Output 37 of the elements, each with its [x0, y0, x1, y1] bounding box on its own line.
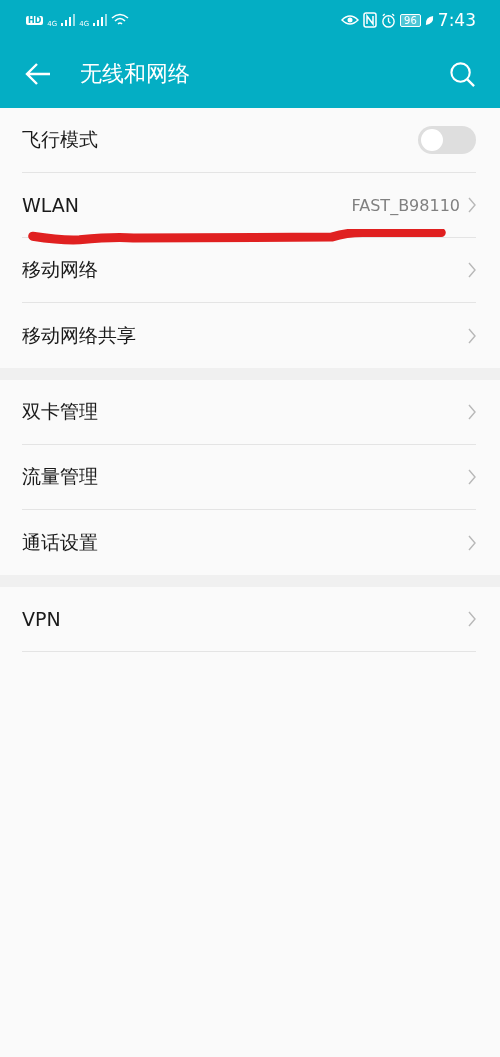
signal-icon [61, 14, 76, 26]
chevron-icon [468, 534, 476, 551]
row-label: 流量管理 [22, 464, 98, 489]
signal-icon [93, 14, 108, 26]
eye-icon [341, 14, 360, 26]
row-label: 飞行模式 [22, 127, 98, 152]
row-label: WLAN [22, 194, 80, 216]
chevron-icon [468, 611, 476, 627]
settings-row[interactable]: 流量管理 [22, 445, 476, 510]
nfc-icon [363, 12, 378, 28]
chevron-icon [468, 469, 476, 485]
row-label: 移动网络共享 [22, 322, 136, 348]
settings-row[interactable]: 飞行模式 [22, 108, 476, 173]
alarm-icon [381, 12, 397, 28]
settings-row[interactable]: 移动网络 [22, 238, 476, 303]
toggle-switch[interactable] [418, 126, 476, 154]
chevron-icon [468, 327, 476, 344]
chevron-icon [468, 262, 476, 278]
hd-badge: HD [26, 15, 44, 25]
leaf-icon [424, 14, 434, 26]
row-value: FAST_B98110 [351, 195, 460, 215]
settings-row[interactable]: 双卡管理 [22, 380, 476, 445]
page-title: 无线和网络 [80, 60, 191, 88]
settings-row[interactable]: WLAN FAST_B98110 [22, 173, 476, 238]
back-arrow-icon[interactable] [24, 62, 52, 86]
battery-level: 96 [400, 13, 421, 27]
row-label: 移动网络 [22, 257, 98, 282]
row-label: 双卡管理 [22, 399, 98, 424]
search-icon[interactable] [449, 60, 476, 88]
chevron-icon [468, 197, 476, 213]
wifi-icon [111, 13, 130, 27]
clock-time: 7:43 [437, 10, 476, 30]
chevron-icon [468, 404, 476, 420]
settings-row[interactable]: 移动网络共享 [22, 303, 476, 368]
settings-row[interactable]: 通话设置 [22, 510, 476, 575]
row-label: VPN [22, 608, 61, 630]
row-label: 通话设置 [22, 529, 98, 555]
